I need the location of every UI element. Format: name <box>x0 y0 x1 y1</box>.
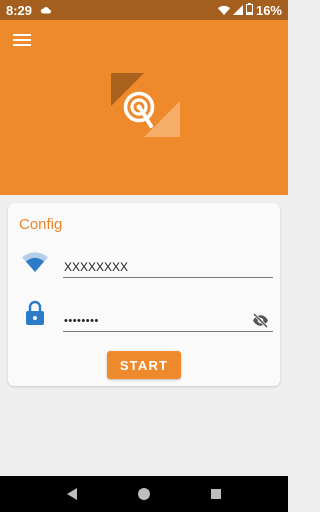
lock-icon <box>26 300 44 325</box>
cloud-icon <box>40 6 52 14</box>
wifi-icon <box>22 252 48 272</box>
config-card: Config START <box>8 203 280 386</box>
home-icon[interactable] <box>137 487 151 501</box>
status-time: 8:29 <box>6 2 33 18</box>
broadcast-logo-icon <box>111 73 180 137</box>
ssid-input[interactable] <box>63 256 273 277</box>
status-right: 16% <box>217 2 282 18</box>
battery-percent: 16% <box>255 2 282 18</box>
battery-icon <box>245 2 253 18</box>
recents-icon[interactable] <box>210 488 222 500</box>
back-icon[interactable] <box>66 488 78 500</box>
hamburger-menu-icon[interactable] <box>12 32 32 48</box>
password-field[interactable] <box>63 310 273 332</box>
navigation-bar <box>0 476 288 512</box>
eye-off-icon[interactable] <box>252 313 269 328</box>
app-header <box>0 20 288 195</box>
card-title: Config <box>19 216 63 233</box>
wifi-icon <box>217 3 230 18</box>
signal-icon <box>232 3 243 18</box>
start-button[interactable]: START <box>107 351 181 379</box>
status-bar: 8:29 16% <box>0 0 288 20</box>
ssid-field[interactable] <box>63 256 273 278</box>
password-input[interactable] <box>63 310 273 331</box>
